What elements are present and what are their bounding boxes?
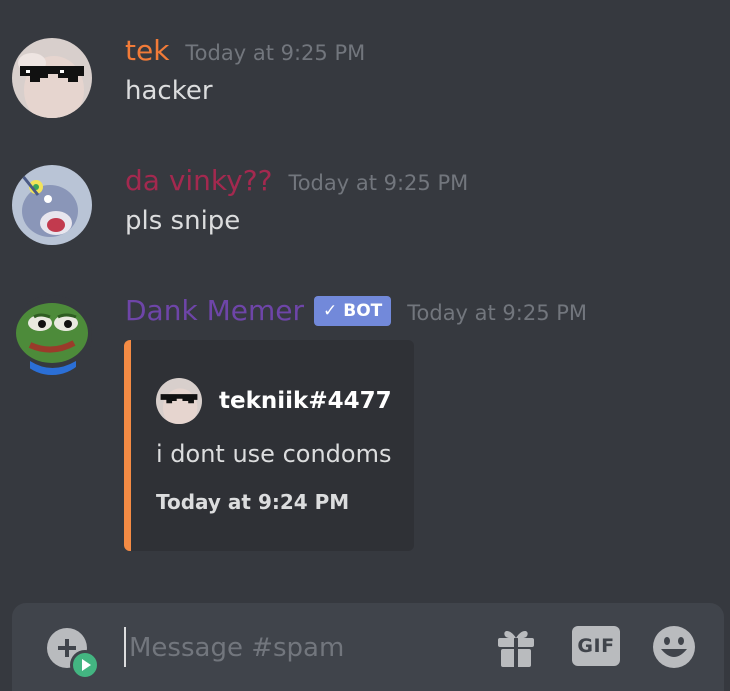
bot-badge-label: BOT [343, 301, 383, 321]
embed-author: tekniik#4477 [156, 378, 392, 424]
timestamp: Today at 9:25 PM [185, 41, 366, 65]
bot-badge: ✓ BOT [313, 296, 392, 326]
embed-footer-timestamp: Today at 9:24 PM [156, 490, 350, 514]
username[interactable]: Dank Memer [125, 294, 304, 327]
check-icon: ✓ [322, 301, 338, 321]
gif-icon[interactable]: GIF [572, 626, 620, 666]
username[interactable]: tek [125, 34, 169, 67]
message-header: tek Today at 9:25 PM [125, 34, 365, 67]
message-header: Dank Memer ✓ BOT Today at 9:25 PM [125, 294, 587, 330]
embed-author-name: tekniik#4477 [219, 388, 392, 414]
message-text: hacker [125, 76, 213, 106]
avatar-dank-memer[interactable] [12, 295, 92, 375]
text-caret [124, 627, 126, 667]
gift-icon[interactable] [496, 626, 536, 668]
embed-author-avatar [156, 378, 202, 424]
timestamp: Today at 9:25 PM [407, 301, 588, 325]
message-header: da vinky?? Today at 9:25 PM [125, 164, 468, 197]
message-input[interactable] [127, 625, 491, 671]
emoji-icon[interactable] [652, 625, 696, 669]
embed-description: i dont use condoms [156, 440, 392, 468]
avatar-da-vinky[interactable] [12, 165, 92, 245]
activity-play-icon[interactable] [70, 650, 100, 680]
message-composer: GIF [12, 603, 724, 691]
username[interactable]: da vinky?? [125, 164, 272, 197]
message-text: pls snipe [125, 206, 241, 236]
timestamp: Today at 9:25 PM [288, 171, 469, 195]
message-embed: tekniik#4477 i dont use condoms Today at… [124, 340, 414, 551]
avatar-tek[interactable] [12, 38, 92, 118]
